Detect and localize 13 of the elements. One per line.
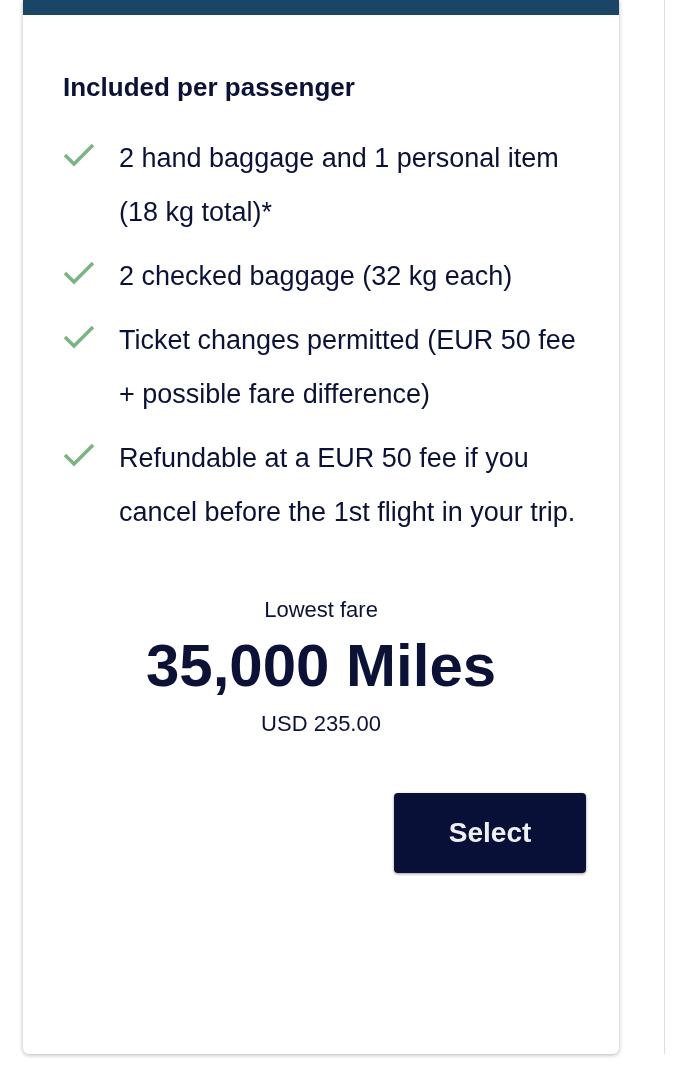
- check-icon: [63, 325, 95, 349]
- feature-text: 2 checked baggage (32 kg each): [119, 260, 513, 293]
- select-button[interactable]: Select: [394, 793, 587, 873]
- feature-text: 2 hand baggage and 1 personal item (18 kg total)*: [119, 142, 560, 229]
- cash-price: USD 235.00: [261, 710, 381, 738]
- feature-text: Ticket changes permitted (EUR 50 fee + possible fare difference): [119, 324, 577, 411]
- check-icon: [63, 143, 95, 167]
- section-heading: Included per passenger: [63, 71, 356, 103]
- feature-text: Refundable at a EUR 50 fee if you cancel before the 1st flight in your trip.: [119, 442, 577, 529]
- check-icon: [63, 261, 95, 285]
- check-icon: [63, 443, 95, 467]
- fare-label: Lowest fare: [264, 596, 378, 624]
- miles-price: 35,000 Miles: [145, 631, 497, 701]
